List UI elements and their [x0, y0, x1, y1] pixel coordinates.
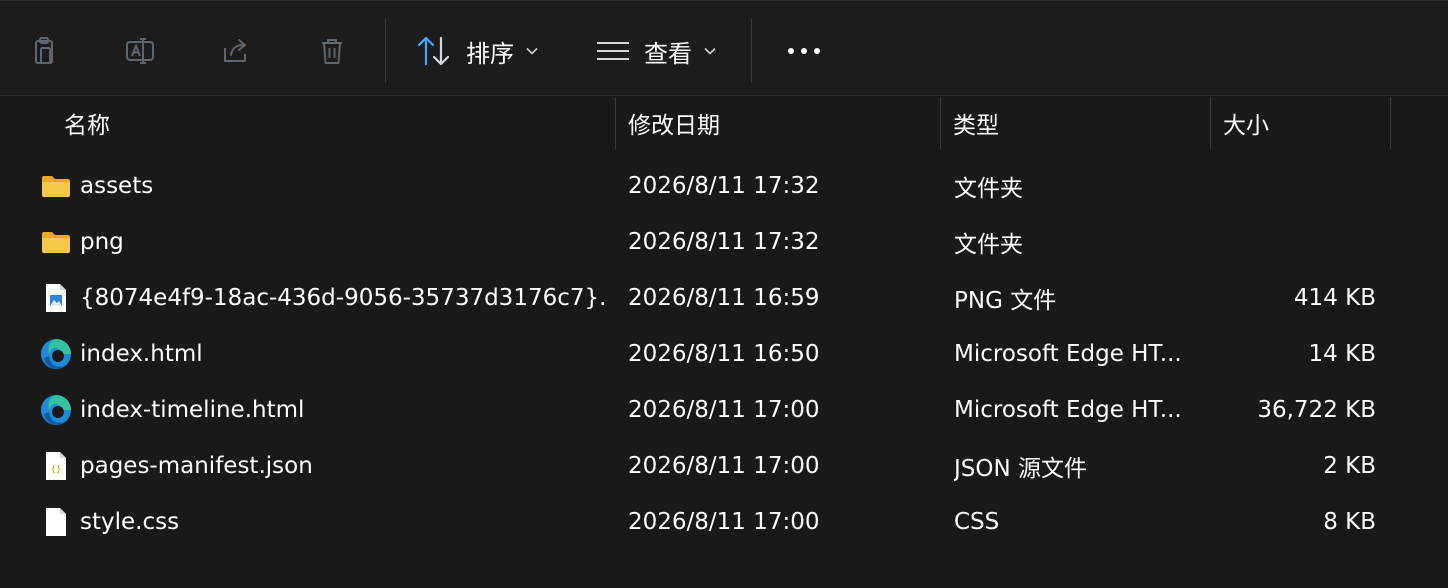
file-date: 2026/8/11 17:00 — [628, 453, 820, 479]
file-name: style.css — [80, 509, 180, 535]
file-row[interactable]: png 2026/8/11 17:32 文件夹 — [0, 214, 1448, 270]
column-header-date[interactable]: 修改日期 — [616, 97, 940, 149]
chevron-down-icon — [704, 47, 716, 55]
file-type: Microsoft Edge HT... — [954, 341, 1182, 367]
file-date: 2026/8/11 17:00 — [628, 397, 820, 423]
file-size: 2 KB — [1323, 453, 1376, 479]
file-size — [1210, 214, 1376, 270]
file-size: 8 KB — [1323, 509, 1376, 535]
file-type: 文件夹 — [954, 232, 1023, 258]
svg-text:{}: {} — [51, 465, 62, 475]
file-row[interactable]: index-timeline.html 2026/8/11 17:00 Micr… — [0, 382, 1448, 438]
share-button[interactable] — [208, 23, 264, 79]
file-row[interactable]: {8074e4f9-18ac-436d-9056-35737d3176c7}..… — [0, 270, 1448, 326]
file-size — [1210, 158, 1376, 214]
file-date: 2026/8/11 17:32 — [628, 229, 820, 255]
file-type: Microsoft Edge HT... — [954, 397, 1182, 423]
file-size: 36,722 KB — [1257, 397, 1376, 423]
file-row[interactable]: {} pages-manifest.json 2026/8/11 17:00 J… — [0, 438, 1448, 494]
file-size: 14 KB — [1308, 341, 1376, 367]
column-header-name-label: 名称 — [64, 113, 110, 139]
dot-icon — [788, 48, 794, 54]
paste-button[interactable] — [16, 23, 72, 79]
edge-icon — [40, 326, 72, 382]
sort-button[interactable]: 排序 — [416, 23, 538, 79]
file-type: 文件夹 — [954, 176, 1023, 202]
clipboard-icon — [35, 37, 53, 64]
file-list: assets 2026/8/11 17:32 文件夹 png 2026/8/11… — [0, 158, 1448, 550]
file-name: index.html — [80, 341, 203, 367]
sort-label: 排序 — [466, 39, 514, 68]
column-header-type[interactable]: 类型 — [941, 97, 1210, 149]
file-type: JSON 源文件 — [954, 456, 1088, 482]
toolbar-separator — [385, 19, 386, 83]
edge-icon — [40, 382, 72, 438]
column-header-name[interactable]: 名称 — [0, 97, 615, 149]
file-type: CSS — [954, 509, 1000, 535]
file-explorer-window: 排序 查看 名称 修改日期 类型 大小 assets 2026/8/11 17:… — [0, 0, 1448, 588]
delete-button[interactable] — [304, 23, 360, 79]
more-options-button[interactable] — [780, 23, 828, 79]
file-date: 2026/8/11 17:00 — [628, 509, 820, 535]
file-row[interactable]: assets 2026/8/11 17:32 文件夹 — [0, 158, 1448, 214]
file-row[interactable]: style.css 2026/8/11 17:00 CSS 8 KB — [0, 494, 1448, 550]
trash-icon — [322, 39, 342, 64]
view-button[interactable]: 查看 — [596, 23, 716, 79]
file-type: PNG 文件 — [954, 288, 1057, 314]
column-header-type-label: 类型 — [953, 113, 999, 139]
folder-icon — [40, 214, 72, 270]
file-name: png — [80, 229, 124, 255]
image-file-icon — [40, 270, 72, 326]
chevron-down-icon — [526, 47, 538, 55]
share-icon — [224, 39, 246, 62]
column-header-row: 名称 修改日期 类型 大小 — [0, 97, 1448, 149]
file-name: index-timeline.html — [80, 397, 305, 423]
dot-icon — [814, 48, 820, 54]
rename-button[interactable] — [112, 23, 168, 79]
view-label: 查看 — [644, 39, 692, 68]
file-date: 2026/8/11 16:50 — [628, 341, 820, 367]
column-divider[interactable] — [1390, 97, 1391, 149]
css-file-icon — [40, 494, 72, 550]
toolbar-separator — [751, 19, 752, 83]
file-name: assets — [80, 173, 154, 199]
rename-icon — [126, 38, 154, 64]
file-name: pages-manifest.json — [80, 453, 313, 479]
folder-icon — [40, 158, 72, 214]
file-row[interactable]: index.html 2026/8/11 16:50 Microsoft Edg… — [0, 326, 1448, 382]
sort-arrows-icon — [417, 36, 450, 66]
file-name: {8074e4f9-18ac-436d-9056-35737d3176c7}..… — [80, 285, 605, 311]
json-file-icon: {} — [40, 438, 72, 494]
dot-icon — [801, 48, 807, 54]
file-date: 2026/8/11 17:32 — [628, 173, 820, 199]
view-list-icon — [597, 42, 629, 60]
column-header-date-label: 修改日期 — [628, 113, 720, 139]
file-size: 414 KB — [1293, 285, 1376, 311]
column-header-size-label: 大小 — [1223, 113, 1269, 139]
column-header-size[interactable]: 大小 — [1211, 97, 1390, 149]
command-bar: 排序 查看 — [0, 0, 1448, 96]
file-date: 2026/8/11 16:59 — [628, 285, 820, 311]
